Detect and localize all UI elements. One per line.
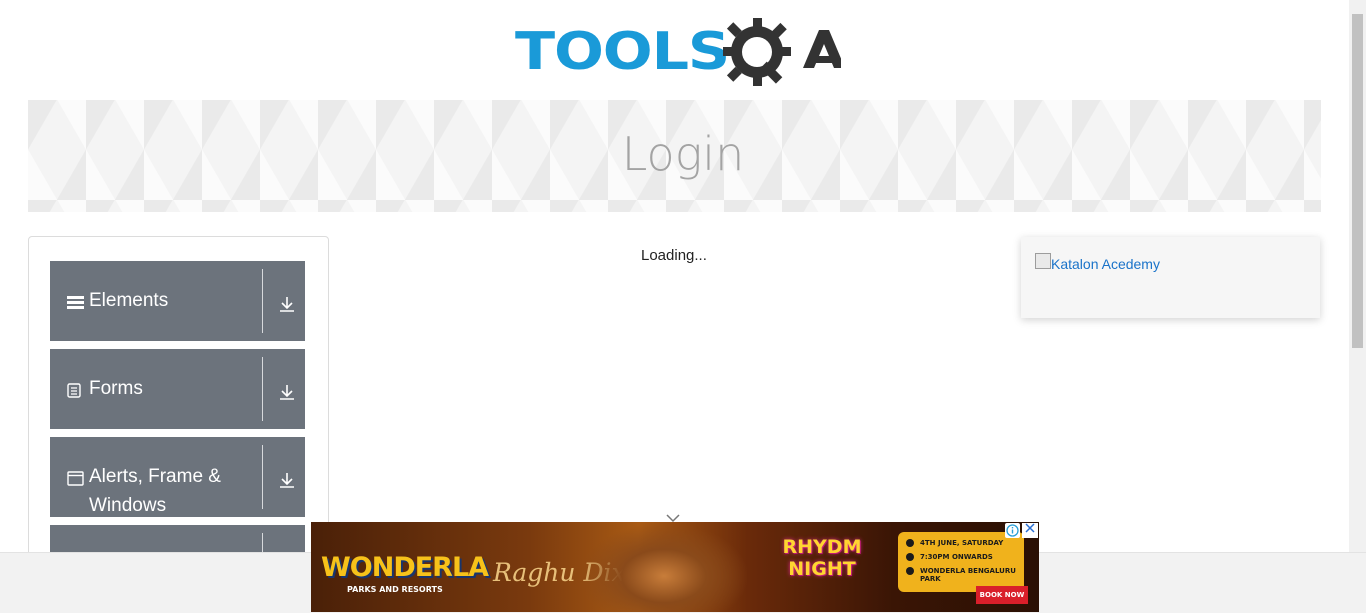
divider bbox=[262, 445, 263, 509]
ad-banner[interactable]: WONDERLA PARKS AND RESORTS Raghu Dixit R… bbox=[311, 522, 1039, 612]
calendar-icon bbox=[906, 539, 914, 547]
broken-image-icon bbox=[1035, 253, 1051, 269]
sidebar-group-forms[interactable]: Forms bbox=[50, 349, 305, 429]
sidebar-group-elements[interactable]: Elements bbox=[50, 261, 305, 341]
ad-close-icon[interactable] bbox=[1022, 523, 1038, 538]
ad-book-now-button[interactable]: BOOK NOW bbox=[976, 586, 1028, 604]
page-title: Login bbox=[621, 127, 745, 181]
ad-event-info: 4TH JUNE, SATURDAY 7:30PM ONWARDS WONDER… bbox=[898, 532, 1024, 592]
sidebar: Elements Forms Alerts, Frame & Windows bbox=[28, 236, 329, 597]
ad-event-venue: WONDERLA BENGALURU PARK bbox=[920, 567, 1016, 583]
document-icon bbox=[67, 383, 81, 402]
toolsqa-logo[interactable]: TOOLS bbox=[515, 16, 841, 90]
gear-magnifier-icon bbox=[723, 18, 841, 86]
menu-bars-icon bbox=[67, 295, 84, 314]
divider bbox=[262, 269, 263, 333]
ad-performer-image bbox=[579, 522, 749, 612]
loading-text: Loading... bbox=[641, 247, 707, 264]
sidebar-group-label: Elements bbox=[89, 290, 169, 311]
ad-brand-sub: PARKS AND RESORTS bbox=[347, 585, 443, 594]
scrollbar-thumb[interactable] bbox=[1352, 14, 1363, 348]
ad-event-date: 4TH JUNE, SATURDAY bbox=[920, 539, 1004, 547]
download-arrow-icon[interactable] bbox=[279, 472, 295, 492]
download-arrow-icon[interactable] bbox=[279, 384, 295, 404]
ad-event-time: 7:30PM ONWARDS bbox=[920, 553, 993, 561]
sidebar-group-label: Forms bbox=[89, 378, 143, 399]
sidebar-group-alerts[interactable]: Alerts, Frame & Windows bbox=[50, 437, 305, 517]
katalon-academy-link-text[interactable]: Katalon Acedemy bbox=[1051, 256, 1160, 272]
ad-brand-logo: WONDERLA bbox=[321, 552, 489, 583]
katalon-academy-link[interactable]: Katalon Acedemy bbox=[1035, 253, 1160, 272]
window-icon bbox=[67, 471, 84, 490]
divider bbox=[262, 357, 263, 421]
sidebar-group-label: Alerts, Frame & Windows bbox=[89, 466, 221, 516]
ad-card bbox=[1021, 237, 1320, 318]
clock-icon bbox=[906, 553, 914, 561]
logo-text-tools: TOOLS bbox=[515, 22, 730, 82]
ad-info-icon[interactable] bbox=[1005, 523, 1020, 538]
ad-event-title: RHYDM NIGHT bbox=[782, 536, 862, 580]
location-pin-icon bbox=[906, 567, 914, 575]
download-arrow-icon[interactable] bbox=[279, 296, 295, 316]
